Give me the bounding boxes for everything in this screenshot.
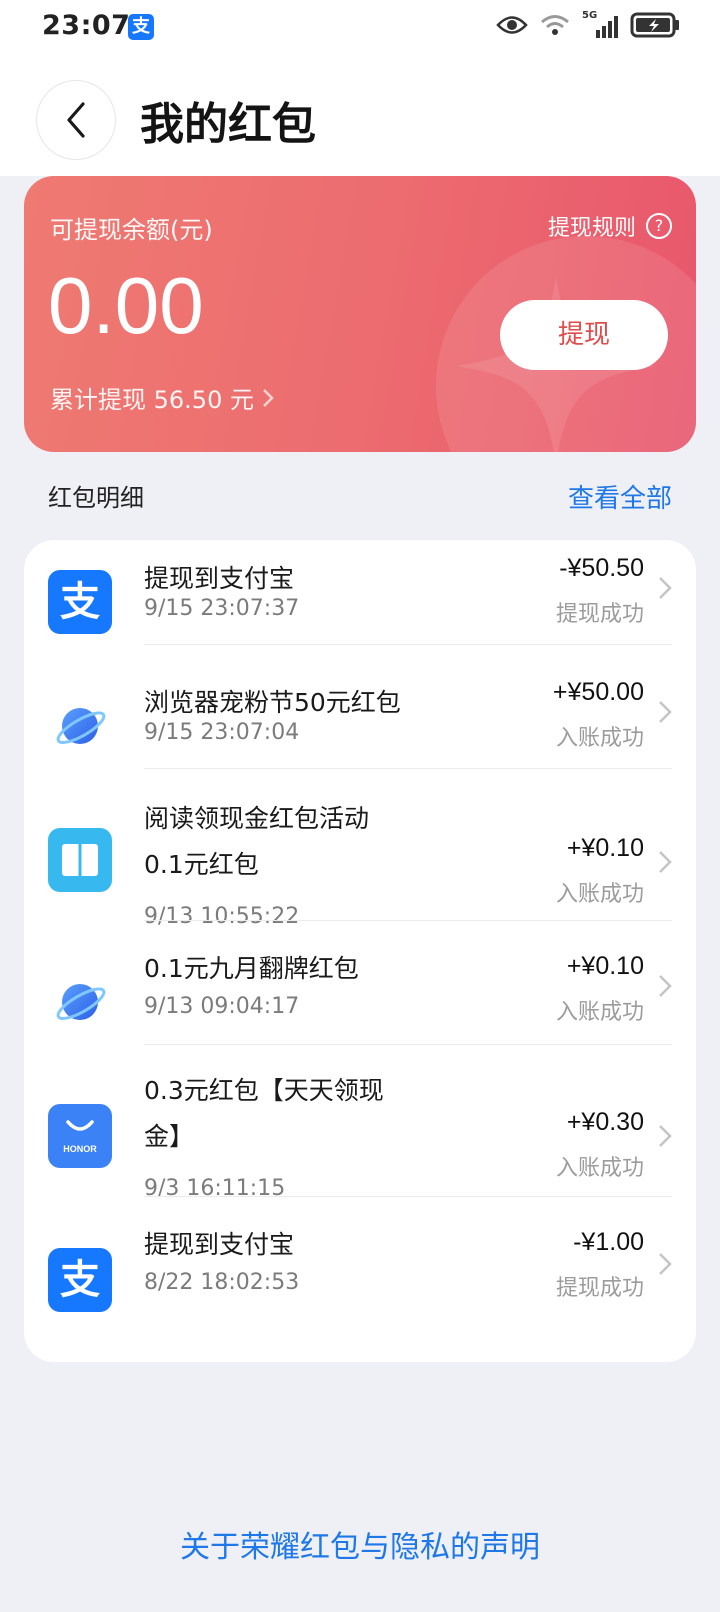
browser-planet-icon [48, 694, 112, 758]
chevron-right-icon [659, 577, 672, 599]
balance-label: 可提现余额(元) [50, 216, 213, 244]
transaction-date: 9/3 16:11:15 [144, 1176, 286, 1201]
transaction-date: 9/13 09:04:17 [144, 994, 300, 1019]
eye-icon [496, 14, 528, 40]
transaction-title-line2: 0.1元红包 [144, 850, 259, 879]
transaction-date: 9/15 23:07:04 [144, 720, 300, 745]
transaction-title: 0.3元红包【天天领现 [144, 1076, 384, 1105]
browser-planet-icon [48, 970, 112, 1034]
wifi-icon [540, 14, 570, 40]
back-button[interactable] [36, 80, 116, 160]
cumulative-withdraw-link[interactable]: 累计提现 56.50 元 [50, 380, 274, 415]
alipay-icon: 支 [48, 1248, 112, 1312]
chevron-left-icon [67, 102, 85, 138]
honor-store-icon: HONOR [48, 1104, 112, 1168]
transaction-list: 支 提现到支付宝 9/15 23:07:37 -¥50.50 提现成功 浏览器宠… [24, 540, 696, 1362]
privacy-statement-link[interactable]: 关于荣耀红包与隐私的声明 [0, 1522, 720, 1566]
chevron-right-icon [263, 388, 274, 407]
row-divider [144, 1196, 672, 1197]
chevron-right-icon [659, 1125, 672, 1147]
row-divider [144, 768, 672, 769]
transaction-amount: -¥1.00 [573, 1228, 644, 1256]
alipay-icon: 支 [48, 570, 112, 634]
transaction-title: 提现到支付宝 [144, 1230, 295, 1259]
reading-book-icon [48, 828, 112, 892]
transaction-amount: +¥50.00 [552, 678, 644, 706]
status-time: 23:07 [42, 10, 131, 41]
cumulative-withdraw-text: 累计提现 56.50 元 [50, 386, 254, 414]
chevron-right-icon [659, 851, 672, 873]
transaction-status: 提现成功 [555, 602, 644, 627]
row-divider [144, 920, 672, 921]
transaction-amount: +¥0.30 [566, 1108, 644, 1136]
withdraw-rules-link[interactable]: 提现规则 ? [548, 210, 672, 242]
transaction-date: 8/22 18:02:53 [144, 1270, 300, 1295]
transaction-amount: -¥50.50 [559, 554, 644, 582]
transaction-status: 入账成功 [555, 882, 644, 907]
transaction-row[interactable]: 支 提现到支付宝 8/22 18:02:53 -¥1.00 提现成功 [24, 1212, 696, 1342]
page-title: 我的红包 [140, 99, 316, 150]
transaction-amount: +¥0.10 [566, 952, 644, 980]
wallet-card: 可提现余额(元) 提现规则 ? 0.00 累计提现 56.50 元 提现 [24, 176, 696, 452]
transaction-amount: +¥0.10 [566, 834, 644, 862]
transaction-date: 9/15 23:07:37 [144, 596, 300, 621]
transaction-row[interactable]: 支 提现到支付宝 9/15 23:07:37 -¥50.50 提现成功 [24, 540, 696, 664]
balance-amount: 0.00 [48, 261, 204, 350]
alipay-notification-icon: 支 [128, 14, 154, 40]
transaction-title: 阅读领现金红包活动 [144, 804, 370, 833]
chevron-right-icon [659, 701, 672, 723]
withdraw-button[interactable]: 提现 [500, 300, 668, 370]
transaction-row[interactable]: 0.1元九月翻牌红包 9/13 09:04:17 +¥0.10 入账成功 [24, 936, 696, 1060]
transaction-row[interactable]: 阅读领现金红包活动 0.1元红包 9/13 10:55:22 +¥0.10 入账… [24, 788, 696, 938]
row-divider [144, 1044, 672, 1045]
chevron-right-icon [659, 1253, 672, 1275]
status-bar: 23:07 支 5G [0, 0, 720, 56]
honor-icon-label: HONOR [63, 1144, 97, 1154]
network-type: 5G [582, 10, 598, 21]
help-circle-icon: ? [646, 213, 672, 239]
withdraw-rules-label: 提现规则 [547, 216, 636, 241]
transaction-title-line2: 金】 [144, 1122, 195, 1151]
signal-icon: 5G [582, 10, 618, 40]
section-title: 红包明细 [48, 484, 144, 512]
battery-icon [630, 12, 680, 42]
transaction-status: 入账成功 [555, 1000, 644, 1025]
view-all-link[interactable]: 查看全部 [568, 478, 672, 515]
chevron-right-icon [659, 975, 672, 997]
transaction-status: 入账成功 [555, 726, 644, 751]
transaction-status: 入账成功 [555, 1156, 644, 1181]
transaction-row[interactable]: HONOR 0.3元红包【天天领现 金】 9/3 16:11:15 +¥0.30… [24, 1060, 696, 1210]
transaction-date: 9/13 10:55:22 [144, 904, 300, 929]
transaction-status: 提现成功 [555, 1276, 644, 1301]
transaction-title: 0.1元九月翻牌红包 [144, 954, 359, 983]
row-divider [144, 644, 672, 645]
transaction-row[interactable]: 浏览器宠粉节50元红包 9/15 23:07:04 +¥50.00 入账成功 [24, 664, 696, 788]
